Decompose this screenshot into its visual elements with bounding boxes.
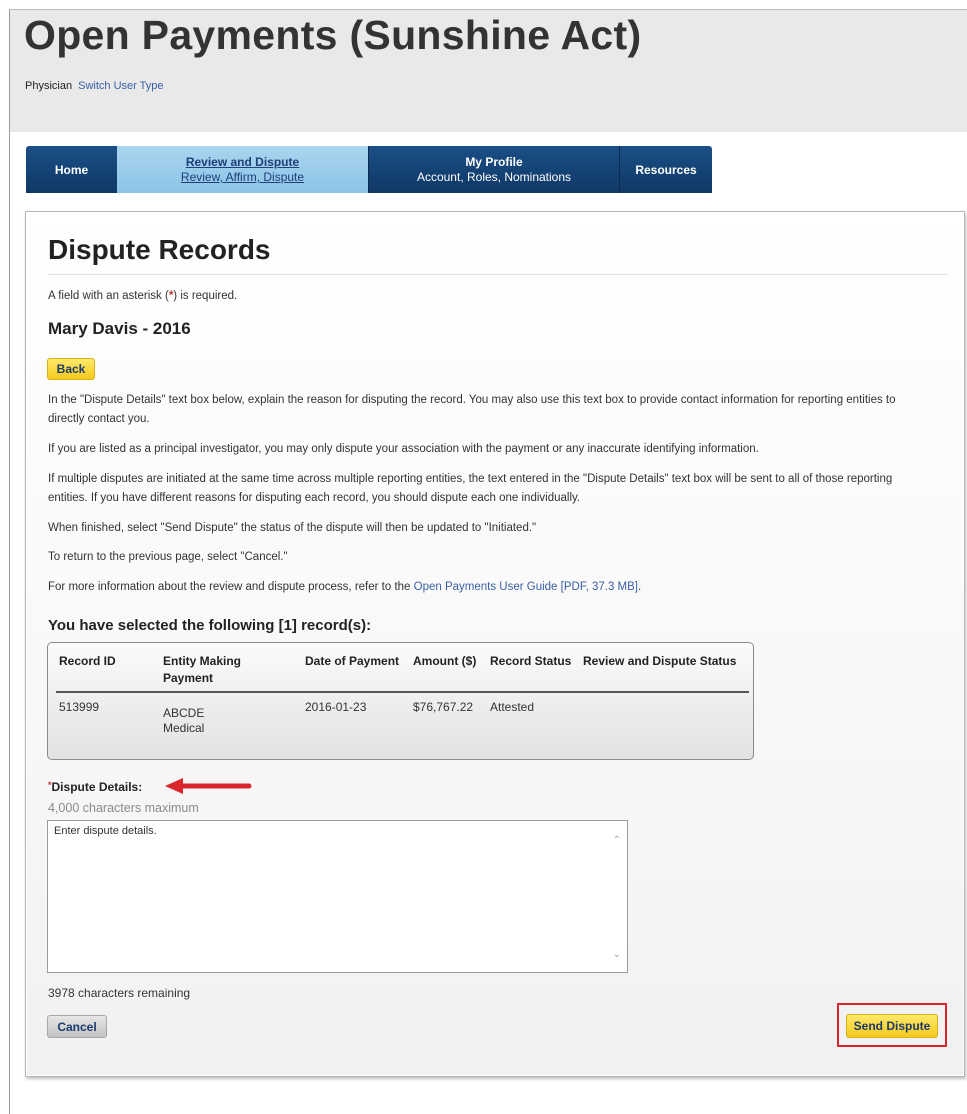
header-entity: Entity Making Payment: [163, 653, 241, 687]
header-review-status: Review and Dispute Status: [583, 654, 737, 668]
nav-resources-label: Resources: [635, 162, 697, 177]
para6-post: .: [638, 581, 642, 593]
instruction-paragraph-5: To return to the previous page, select "…: [48, 551, 288, 563]
person-year-heading: Mary Davis - 2016: [48, 319, 191, 338]
nav-profile-label: My Profile: [465, 155, 523, 169]
page-title: Dispute Records: [48, 234, 271, 265]
table-header-rule: [56, 691, 749, 693]
dispute-details-label-text: Dispute Details:: [51, 780, 143, 794]
main-nav: Home Review and Dispute Review, Affirm, …: [26, 146, 712, 193]
arrow-icon: [165, 778, 252, 794]
nav-home[interactable]: Home: [26, 146, 117, 193]
scroll-down-icon[interactable]: ⌄: [613, 949, 621, 960]
required-note: A field with an asterisk (*) is required…: [48, 290, 237, 302]
header-record-status: Record Status: [490, 654, 572, 668]
cell-amount: $76,767.22: [413, 700, 474, 714]
title-divider: [48, 274, 948, 275]
dispute-details-max: 4,000 characters maximum: [48, 801, 199, 815]
instruction-paragraph-3: If multiple disputes are initiated at th…: [48, 473, 893, 504]
cell-date: 2016-01-23: [305, 700, 367, 714]
nav-review-label: Review and Dispute: [185, 155, 300, 169]
instruction-paragraph-4: When finished, select "Send Dispute" the…: [48, 522, 537, 534]
cell-record-id: 513999: [59, 700, 100, 714]
characters-remaining: 3978 characters remaining: [48, 986, 191, 1000]
header-date: Date of Payment: [305, 654, 400, 668]
header-record-id: Record ID: [59, 654, 116, 668]
site-header: Open Payments (Sunshine Act) Physician S…: [10, 10, 967, 132]
dispute-panel: Dispute Records A field with an asterisk…: [25, 211, 965, 1077]
dispute-details-textarea[interactable]: Enter dispute details. ⌃ ⌄: [47, 820, 628, 973]
instruction-paragraph-2: If you are listed as a principal investi…: [48, 443, 759, 455]
para6-pre: For more information about the review an…: [48, 581, 414, 593]
nav-profile-sublabel: Account, Roles, Nominations: [416, 170, 572, 184]
cell-record-status: Attested: [490, 700, 535, 714]
back-button[interactable]: Back: [47, 358, 95, 380]
dispute-details-label: *Dispute Details:: [48, 780, 142, 794]
site-title: Open Payments (Sunshine Act): [24, 12, 642, 58]
user-type-label: Physician: [25, 80, 73, 92]
nav-resources[interactable]: Resources: [619, 146, 712, 193]
user-type: Physician Switch User Type: [25, 80, 164, 92]
cell-entity-line1: ABCDE: [163, 706, 205, 720]
header-entity-line2: Payment: [163, 671, 214, 685]
required-note-pre: A field with an asterisk (: [48, 290, 169, 302]
nav-review-sublabel: Review, Affirm, Dispute: [180, 170, 305, 184]
nav-home-label: Home: [54, 162, 89, 177]
scroll-up-icon[interactable]: ⌃: [613, 835, 621, 846]
instruction-paragraph-1: In the "Dispute Details" text box below,…: [48, 394, 896, 425]
header-entity-line1: Entity Making: [163, 654, 242, 668]
cell-entity: ABCDE Medical: [163, 706, 204, 736]
nav-review-dispute[interactable]: Review and Dispute Review, Affirm, Dispu…: [117, 146, 368, 193]
user-guide-link[interactable]: Open Payments User Guide [PDF, 37.3 MB]: [414, 581, 638, 593]
switch-user-type-link[interactable]: Switch User Type: [78, 80, 163, 92]
send-dispute-button[interactable]: Send Dispute: [846, 1014, 938, 1038]
records-table: Record ID Entity Making Payment Date of …: [47, 642, 754, 760]
required-note-post: ) is required.: [173, 290, 238, 302]
cell-entity-line2: Medical: [163, 721, 205, 735]
cancel-button[interactable]: Cancel: [47, 1015, 107, 1038]
dispute-details-placeholder: Enter dispute details.: [54, 825, 157, 837]
selected-records-heading: You have selected the following [1] reco…: [48, 617, 372, 634]
instruction-paragraph-6: For more information about the review an…: [48, 578, 918, 597]
nav-my-profile[interactable]: My Profile Account, Roles, Nominations: [368, 146, 619, 193]
header-amount: Amount ($): [413, 654, 477, 668]
